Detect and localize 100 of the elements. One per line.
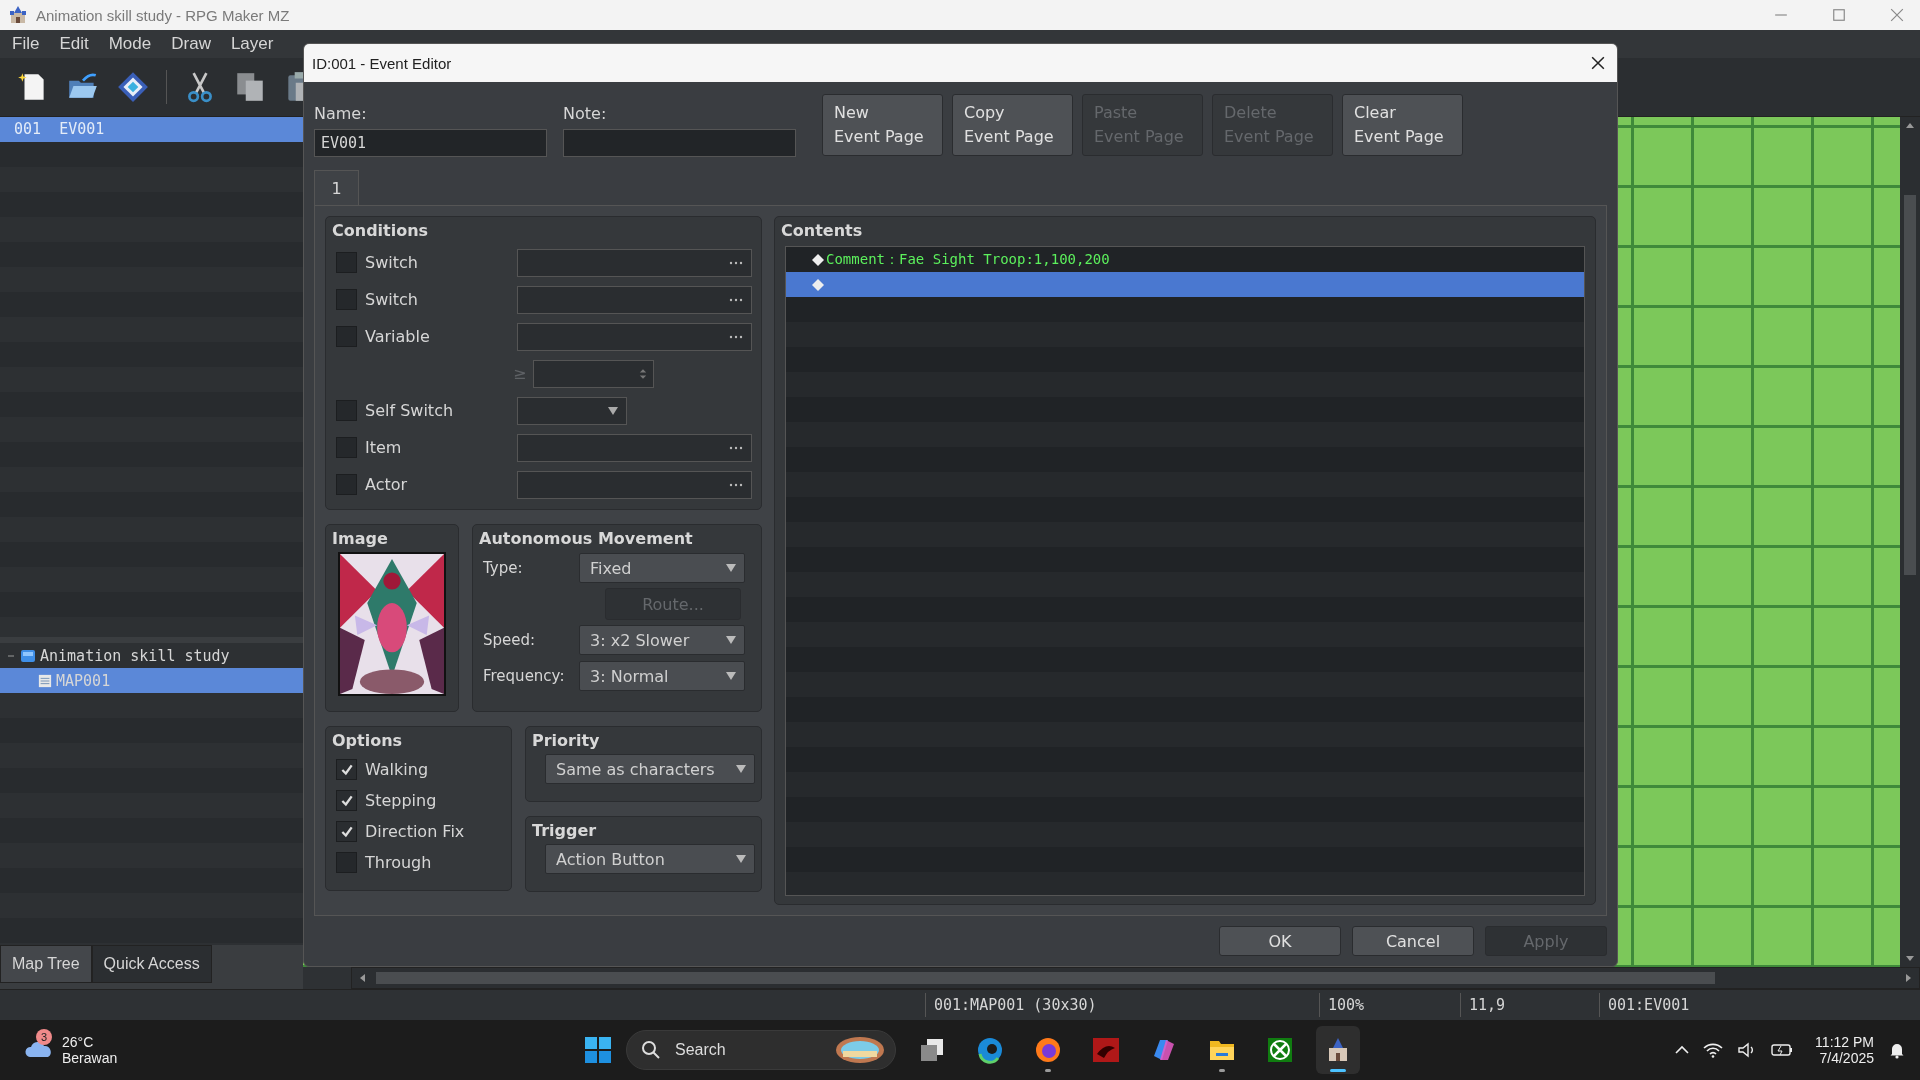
search-field[interactable]: Search: [626, 1030, 896, 1070]
scroll-down-icon[interactable]: [1905, 953, 1915, 963]
xbox-icon: [1266, 1036, 1294, 1064]
reference-field[interactable]: [517, 433, 752, 462]
command-text[interactable]: Comment：Fae Sight Troop:1,100,200: [826, 250, 1110, 269]
checkbox-label: Walking: [365, 760, 429, 779]
chevron-up-icon[interactable]: [1675, 1045, 1690, 1055]
checkbox[interactable]: [336, 852, 357, 873]
menu-item[interactable]: Layer: [228, 34, 276, 54]
checkbox[interactable]: [336, 400, 357, 421]
field-label: Speed:: [483, 631, 537, 649]
checkbox[interactable]: [336, 821, 357, 842]
checkbox[interactable]: [336, 759, 357, 780]
checkbox-label: Item: [365, 438, 403, 457]
dropdown[interactable]: Fixed: [579, 553, 745, 583]
swirl-icon: [976, 1036, 1004, 1064]
panel-tab[interactable]: Map Tree: [0, 945, 92, 983]
dialog-button[interactable]: Cancel: [1352, 926, 1474, 956]
caret-icon: [726, 564, 736, 572]
comparison-symbol: ≥: [513, 364, 528, 383]
diamond-icon: [812, 253, 824, 266]
dropdown[interactable]: 3: x2 Slower: [579, 625, 745, 655]
checkbox-label: Switch: [365, 253, 419, 272]
scroll-left-icon[interactable]: [358, 973, 368, 983]
page-button[interactable]: New Event Page: [822, 94, 943, 156]
dialog-title: ID:001 - Event Editor: [312, 54, 452, 72]
checkbox-label: Variable: [365, 327, 431, 346]
reference-field[interactable]: [517, 248, 752, 277]
checkbox[interactable]: [336, 474, 357, 495]
ellipsis-icon[interactable]: [729, 445, 743, 450]
reference-field[interactable]: [517, 285, 752, 314]
diamond-icon: [812, 278, 824, 291]
check-icon: [339, 793, 354, 808]
checkbox[interactable]: [336, 326, 357, 347]
close-icon[interactable]: [1591, 56, 1605, 70]
tree-item[interactable]: Animation skill study: [40, 646, 230, 665]
taskbar-app[interactable]: [1316, 1026, 1360, 1074]
checkbox[interactable]: [336, 252, 357, 273]
bell-icon[interactable]: [1888, 1041, 1906, 1059]
group-title: Autonomous Movement: [479, 529, 694, 548]
temperature: 26°C: [62, 1034, 95, 1050]
search-icon: [641, 1040, 661, 1060]
windows-stack-icon: [918, 1036, 946, 1064]
group-title: Priority: [532, 731, 601, 750]
page-button[interactable]: Copy Event Page: [952, 94, 1073, 156]
checkbox-label: Self Switch: [365, 401, 455, 420]
ellipsis-icon[interactable]: [729, 260, 743, 265]
group-title: Options: [332, 731, 404, 750]
field-label: Note:: [563, 104, 608, 123]
dropdown[interactable]: Action Button: [545, 844, 755, 874]
castle-icon: [8, 5, 28, 25]
checkbox[interactable]: [336, 790, 357, 811]
maximize-icon[interactable]: [1832, 8, 1846, 22]
menu-item[interactable]: File: [10, 34, 42, 54]
group-title: Image: [332, 529, 389, 548]
checkbox[interactable]: [336, 289, 357, 310]
horizontal-scrollbar[interactable]: [351, 967, 1920, 989]
ellipsis-icon[interactable]: [729, 297, 743, 302]
note-field[interactable]: [563, 129, 796, 157]
group-title: Contents: [781, 221, 864, 240]
checkbox-label: Switch: [365, 290, 419, 309]
notification-badge: 3: [36, 1028, 52, 1045]
map-icon: [38, 673, 52, 688]
check-icon: [339, 762, 354, 777]
clock-date[interactable]: 7/4/2025: [1819, 1050, 1874, 1066]
command-list[interactable]: Comment：Fae Sight Troop:1,100,200: [785, 246, 1585, 896]
group-title: Trigger: [532, 821, 598, 840]
menu-item[interactable]: Draw: [169, 34, 213, 54]
menu-item[interactable]: Mode: [106, 34, 154, 54]
weather-condition: Berawan: [62, 1050, 118, 1066]
reference-field[interactable]: [517, 322, 752, 351]
caret-icon: [608, 406, 618, 415]
dropdown[interactable]: 3: Normal: [579, 661, 745, 691]
fox-globe-icon: [1034, 1036, 1062, 1064]
checkbox-label: Through: [365, 853, 432, 872]
page-button[interactable]: Clear Event Page: [1342, 94, 1463, 156]
menu-item[interactable]: Edit: [57, 34, 91, 54]
status-text: 001:EV001: [1599, 993, 1920, 1017]
dropdown[interactable]: Same as characters: [545, 754, 755, 784]
ellipsis-icon[interactable]: [729, 334, 743, 339]
battery-icon[interactable]: [1771, 1043, 1794, 1057]
ellipsis-icon[interactable]: [729, 482, 743, 487]
field-label: Type:: [483, 559, 524, 577]
reference-field[interactable]: [517, 470, 752, 499]
scroll-right-icon[interactable]: [1903, 973, 1913, 983]
panel-tab[interactable]: Quick Access: [91, 945, 212, 983]
page-tab[interactable]: 1: [314, 170, 359, 205]
status-text: 11,9: [1460, 993, 1599, 1017]
wifi-icon[interactable]: [1703, 1042, 1724, 1058]
dragon-icon: [1092, 1036, 1120, 1064]
start-icon[interactable]: [584, 1036, 612, 1064]
checkbox-label: Actor: [365, 475, 409, 494]
scroll-up-icon[interactable]: [1905, 121, 1915, 131]
dialog-button[interactable]: OK: [1219, 926, 1341, 956]
clock-time[interactable]: 11:12 PM: [1815, 1034, 1874, 1050]
checkbox-label: Direction Fix: [365, 822, 465, 841]
caret-icon: [736, 765, 746, 773]
caret-icon: [736, 855, 746, 863]
name-field[interactable]: EV001: [314, 129, 547, 157]
checkbox[interactable]: [336, 437, 357, 458]
